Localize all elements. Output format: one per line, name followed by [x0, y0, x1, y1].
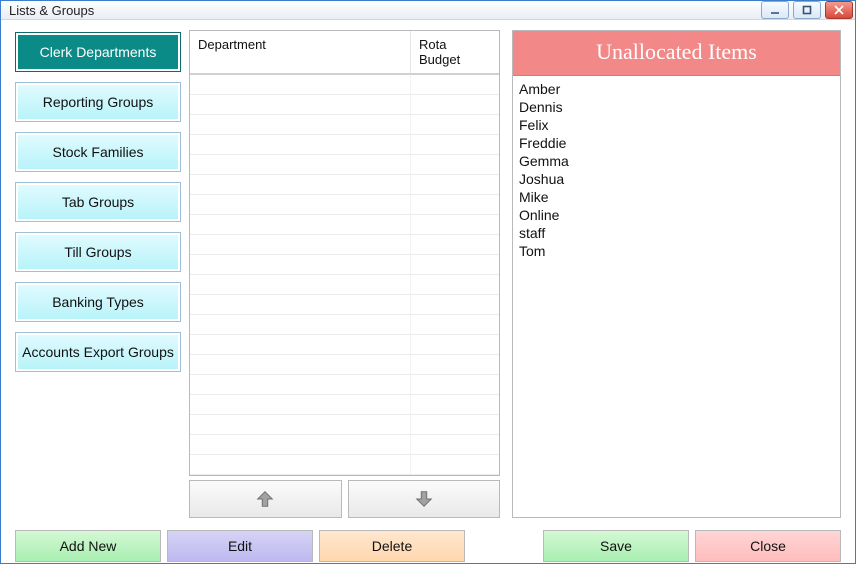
table-row[interactable]: [190, 75, 499, 95]
window-controls: [761, 1, 853, 19]
edit-button[interactable]: Edit: [167, 530, 313, 562]
unallocated-title: Unallocated Items: [513, 31, 840, 76]
list-item[interactable]: Joshua: [519, 170, 834, 188]
table-row[interactable]: [190, 115, 499, 135]
grid-column: Department Rota Budget: [189, 30, 500, 518]
table-row[interactable]: [190, 375, 499, 395]
list-item[interactable]: staff: [519, 224, 834, 242]
table-row[interactable]: [190, 95, 499, 115]
table-row[interactable]: [190, 175, 499, 195]
arrow-down-icon: [413, 488, 435, 510]
table-row[interactable]: [190, 295, 499, 315]
titlebar: Lists & Groups: [1, 1, 855, 20]
table-row[interactable]: [190, 335, 499, 355]
list-item[interactable]: Dennis: [519, 98, 834, 116]
grid-header-department[interactable]: Department: [190, 31, 411, 74]
grid-header-rota-budget[interactable]: Rota Budget: [411, 31, 499, 74]
move-down-button[interactable]: [348, 480, 501, 518]
list-item[interactable]: Gemma: [519, 152, 834, 170]
nav-tab-groups[interactable]: Tab Groups: [15, 182, 181, 222]
nav-item-label: Till Groups: [18, 235, 178, 269]
main-row: Clerk Departments Reporting Groups Stock…: [15, 30, 841, 518]
table-row[interactable]: [190, 275, 499, 295]
maximize-button[interactable]: [793, 1, 821, 19]
list-item[interactable]: Mike: [519, 188, 834, 206]
nav-column: Clerk Departments Reporting Groups Stock…: [15, 30, 181, 518]
department-grid[interactable]: Department Rota Budget: [189, 30, 500, 476]
nav-stock-families[interactable]: Stock Families: [15, 132, 181, 172]
table-row[interactable]: [190, 455, 499, 475]
minimize-icon: [770, 5, 780, 15]
nav-banking-types[interactable]: Banking Types: [15, 282, 181, 322]
list-item[interactable]: Tom: [519, 242, 834, 260]
arrow-up-icon: [254, 488, 276, 510]
nav-item-label: Reporting Groups: [18, 85, 178, 119]
nav-item-label: Clerk Departments: [18, 35, 178, 69]
button-spacer: [471, 530, 537, 562]
close-window-button[interactable]: [825, 1, 853, 19]
table-row[interactable]: [190, 195, 499, 215]
list-item[interactable]: Freddie: [519, 134, 834, 152]
grid-header: Department Rota Budget: [190, 31, 499, 75]
nav-item-label: Tab Groups: [18, 185, 178, 219]
table-row[interactable]: [190, 415, 499, 435]
unallocated-panel: Unallocated Items AmberDennisFelixFreddi…: [512, 30, 841, 518]
nav-item-label: Banking Types: [18, 285, 178, 319]
save-button[interactable]: Save: [543, 530, 689, 562]
nav-clerk-departments[interactable]: Clerk Departments: [15, 32, 181, 72]
nav-item-label: Accounts Export Groups: [18, 335, 178, 369]
list-item[interactable]: Amber: [519, 80, 834, 98]
bottom-buttons: Add New Edit Delete Save Close: [15, 530, 841, 562]
minimize-button[interactable]: [761, 1, 789, 19]
add-new-button[interactable]: Add New: [15, 530, 161, 562]
nav-reporting-groups[interactable]: Reporting Groups: [15, 82, 181, 122]
maximize-icon: [802, 5, 812, 15]
table-row[interactable]: [190, 235, 499, 255]
list-item[interactable]: Felix: [519, 116, 834, 134]
close-button[interactable]: Close: [695, 530, 841, 562]
reorder-controls: [189, 480, 500, 518]
table-row[interactable]: [190, 355, 499, 375]
list-item[interactable]: Online: [519, 206, 834, 224]
table-row[interactable]: [190, 155, 499, 175]
table-row[interactable]: [190, 135, 499, 155]
close-icon: [834, 5, 844, 15]
window: Lists & Groups Clerk Departments Reporti…: [0, 0, 856, 564]
table-row[interactable]: [190, 215, 499, 235]
grid-body[interactable]: [190, 75, 499, 475]
table-row[interactable]: [190, 255, 499, 275]
unallocated-list[interactable]: AmberDennisFelixFreddieGemmaJoshuaMikeOn…: [513, 76, 840, 517]
delete-button[interactable]: Delete: [319, 530, 465, 562]
table-row[interactable]: [190, 315, 499, 335]
table-row[interactable]: [190, 435, 499, 455]
nav-item-label: Stock Families: [18, 135, 178, 169]
move-up-button[interactable]: [189, 480, 342, 518]
client-area: Clerk Departments Reporting Groups Stock…: [1, 20, 855, 576]
table-row[interactable]: [190, 395, 499, 415]
nav-accounts-export-groups[interactable]: Accounts Export Groups: [15, 332, 181, 372]
window-title: Lists & Groups: [9, 3, 761, 18]
nav-till-groups[interactable]: Till Groups: [15, 232, 181, 272]
